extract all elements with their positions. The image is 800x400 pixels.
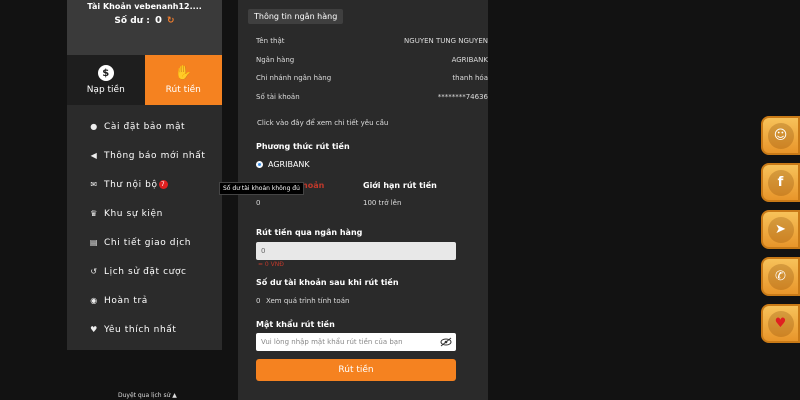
sidebar-item-label: Yêu thích nhất (104, 324, 177, 335)
heart-hand-icon: ♥ (767, 310, 794, 337)
sidebar-item-refund[interactable]: ◉ Hoàn trả (67, 286, 222, 315)
withdraw-submit-button[interactable]: Rút tiền (256, 359, 456, 381)
support-icon: ☺ (767, 122, 794, 149)
clipboard-icon: ▤ (89, 238, 99, 247)
sidebar-item-label: Chi tiết giao dịch (104, 237, 192, 248)
telegram-button[interactable]: ➤ (761, 210, 800, 249)
withdraw-panel: Thông tin ngân hàng Tên thật NGUYEN TUNG… (238, 0, 488, 400)
insufficient-balance-tooltip: Số dư tài khoản không đủ (219, 182, 304, 195)
phone-icon: ✆ (767, 263, 794, 290)
favorite-button[interactable]: ♥ (761, 304, 800, 343)
sidebar-item-bet-history[interactable]: ↺ Lịch sử đặt cược (67, 257, 222, 286)
limit-column-label: Giới hạn rút tiền (363, 181, 437, 190)
eye-slash-icon[interactable] (440, 337, 452, 347)
sidebar-item-security[interactable]: ● Cài đặt bảo mật (67, 112, 222, 141)
bank-row-realname: Tên thật NGUYEN TUNG NGUYEN (256, 37, 488, 45)
password-placeholder: Vui lòng nhập mật khẩu rút tiền của bạn (261, 338, 403, 346)
sidebar-item-label: Thông báo mới nhất (104, 150, 206, 161)
sidebar-item-notifications[interactable]: ◀ Thông báo mới nhất (67, 141, 222, 170)
megaphone-icon: ◀ (90, 151, 98, 160)
heart-icon: ♥ (90, 325, 98, 334)
person-icon: ● (90, 122, 98, 131)
bank-row-bank: Ngân hàng AGRIBANK (256, 56, 488, 64)
row-value: AGRIBANK (451, 56, 488, 64)
sidebar-item-label: Cài đặt bảo mật (104, 121, 186, 132)
deposit-withdraw-tabs: $ Nạp tiền ✋ Rút tiền (67, 55, 222, 105)
tab-deposit[interactable]: $ Nạp tiền (67, 55, 145, 105)
hand-money-icon: ✋ (174, 65, 192, 81)
sidebar-item-label: Khu sự kiện (104, 208, 163, 219)
method-option-label: AGRIBANK (268, 160, 310, 169)
row-label: Chi nhánh ngân hàng (256, 74, 332, 82)
bank-row-branch: Chi nhánh ngân hàng thanh hóa (256, 74, 488, 82)
telegram-icon: ➤ (767, 216, 794, 243)
sidebar-item-label: Thư nội bộ (104, 179, 158, 190)
sidebar-item-transactions[interactable]: ▤ Chi tiết giao dịch (67, 228, 222, 257)
phone-button[interactable]: ✆ (761, 257, 800, 296)
method-label: Phương thức rút tiền (256, 142, 350, 151)
balance-column-label: hoản (302, 181, 325, 190)
sidebar-item-inbox[interactable]: ✉ Thư nội bộ 7 (67, 170, 222, 199)
money-bag-icon: $ (97, 65, 114, 81)
refresh-icon[interactable]: ↻ (167, 16, 175, 26)
account-panel: Tài Khoản vebenanh12.... Số dư : 0 ↻ (67, 0, 222, 55)
browse-history-link[interactable]: Duyệt qua lịch sử ▲ (118, 392, 177, 399)
bank-info-title: Thông tin ngân hàng (248, 9, 344, 24)
trophy-icon: ♛ (90, 209, 98, 218)
row-label: Tên thật (256, 37, 285, 45)
floating-contact-bar: ☺ f ➤ ✆ ♥ (761, 116, 800, 351)
amount-label: Rút tiền qua ngân hàng (256, 228, 363, 237)
amount-vnd: = 0 VNĐ (258, 261, 284, 268)
row-label: Số tài khoản (256, 93, 300, 101)
account-name: Tài Khoản vebenanh12.... (87, 2, 202, 11)
tab-deposit-label: Nạp tiền (86, 85, 125, 95)
sidebar-item-label: Hoàn trả (104, 295, 148, 306)
password-input[interactable]: Vui lòng nhập mật khẩu rút tiền của bạn (256, 333, 456, 351)
row-value: thanh hóa (452, 74, 488, 82)
method-option-agribank[interactable]: AGRIBANK (256, 160, 310, 169)
facebook-icon: f (767, 169, 794, 196)
row-value: ********74636 (437, 93, 488, 101)
row-label: Ngân hàng (256, 56, 295, 64)
facebook-button[interactable]: f (761, 163, 800, 202)
account-balance: Số dư : 0 ↻ (67, 15, 222, 26)
sidebar-item-events[interactable]: ♛ Khu sự kiện (67, 199, 222, 228)
limit-column-value: 100 trở lên (363, 199, 402, 207)
request-details-link[interactable]: Click vào đây để xem chi tiết yêu cầu (257, 119, 388, 127)
after-balance-label: Số dư tài khoản sau khi rút tiền (256, 278, 399, 287)
history-icon: ↺ (90, 267, 98, 276)
refund-icon: ◉ (90, 296, 98, 305)
tab-withdraw-label: Rút tiền (165, 85, 201, 95)
balance-value: 0 (154, 15, 162, 26)
support-button[interactable]: ☺ (761, 116, 800, 155)
row-value: NGUYEN TUNG NGUYEN (404, 37, 488, 45)
sidebar-item-favorites[interactable]: ♥ Yêu thích nhất (67, 315, 222, 344)
calculation-link[interactable]: Xem quá trình tính toán (266, 297, 349, 305)
balance-label: Số dư : (114, 16, 150, 26)
balance-column-value: 0 (256, 199, 261, 207)
sidebar-menu: ● Cài đặt bảo mật ◀ Thông báo mới nhất ✉… (67, 105, 222, 350)
envelope-icon: ✉ (90, 180, 98, 189)
amount-input[interactable]: 0 (256, 242, 456, 260)
after-balance-value: 0 (256, 297, 261, 305)
password-label: Mật khẩu rút tiền (256, 320, 335, 329)
unread-badge: 7 (158, 180, 168, 189)
sidebar-item-label: Lịch sử đặt cược (104, 266, 187, 277)
bank-row-account: Số tài khoản ********74636 (256, 93, 488, 101)
tab-withdraw[interactable]: ✋ Rút tiền (144, 55, 222, 105)
radio-selected[interactable] (256, 161, 263, 168)
